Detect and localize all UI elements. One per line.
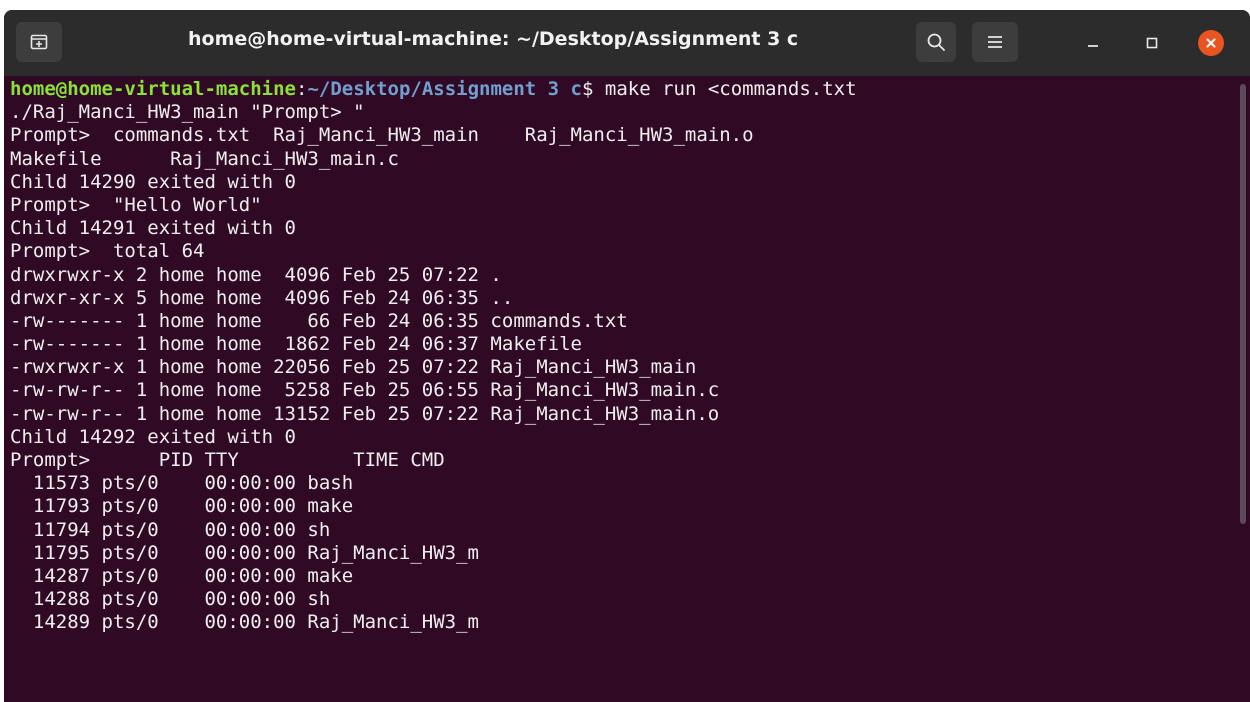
terminal-window: home@home-virtual-machine: ~/Desktop/Ass… [4, 10, 1250, 702]
close-button[interactable] [1198, 30, 1224, 56]
output-line: Child 14290 exited with 0 [10, 170, 296, 193]
prompt-command: make run <commands.txt [593, 78, 857, 100]
new-tab-icon [30, 34, 48, 50]
window-title: home@home-virtual-machine: ~/Desktop/Ass… [188, 28, 799, 50]
output-line: -rw-rw-r-- 1 home home 5258 Feb 25 06:55… [10, 379, 720, 402]
search-button[interactable] [916, 22, 956, 62]
minimize-icon [1088, 45, 1098, 47]
prompt-symbol: $ [581, 78, 594, 100]
maximize-button[interactable] [1139, 30, 1165, 56]
output-line: ./Raj_Manci_HW3_main "Prompt> " [10, 101, 365, 124]
new-tab-button[interactable] [16, 22, 62, 62]
output-line: 11793 pts/0 00:00:00 make [10, 495, 354, 518]
minimize-button[interactable] [1080, 30, 1106, 56]
output-line: 14287 pts/0 00:00:00 make [10, 564, 354, 587]
hamburger-menu-icon [988, 36, 1002, 48]
prompt-separator: : [295, 78, 308, 100]
output-line: 11794 pts/0 00:00:00 sh [10, 518, 331, 541]
terminal-output[interactable]: home@home-virtual-machine:~/Desktop/Assi… [4, 76, 1238, 702]
output-line: Child 14291 exited with 0 [10, 217, 296, 240]
output-line: 14288 pts/0 00:00:00 sh [10, 588, 331, 611]
output-line: Prompt> total 64 [10, 240, 205, 263]
output-line: drwxr-xr-x 5 home home 4096 Feb 24 06:35… [10, 286, 514, 309]
output-line: -rw------- 1 home home 1862 Feb 24 06:37… [10, 333, 582, 356]
document-caption-fragment [0, 0, 1250, 10]
output-line: Makefile Raj_Manci_HW3_main.c [10, 147, 399, 170]
output-line: Prompt> PID TTY TIME CMD [10, 449, 445, 471]
menu-button[interactable] [972, 22, 1018, 62]
output-line: -rw------- 1 home home 66 Feb 24 06:35 c… [10, 309, 628, 332]
output-line: Prompt> "Hello World" [10, 193, 262, 216]
title-bar: home@home-virtual-machine: ~/Desktop/Ass… [4, 10, 1250, 76]
terminal-scrollbar[interactable] [1240, 84, 1246, 524]
prompt-path: ~/Desktop/Assignment 3 c [307, 78, 582, 100]
search-icon [927, 33, 945, 51]
output-line: drwxrwxr-x 2 home home 4096 Feb 25 07:22… [10, 263, 502, 286]
output-line: -rw-rw-r-- 1 home home 13152 Feb 25 07:2… [10, 402, 720, 425]
output-line: 11573 pts/0 00:00:00 bash [10, 472, 354, 495]
output-line: Prompt> commands.txt Raj_Manci_HW3_main … [10, 124, 754, 147]
output-line: 11795 pts/0 00:00:00 Raj_Manci_HW3_m [10, 541, 479, 564]
prompt-user-host: home@home-virtual-machine [10, 78, 296, 100]
close-icon [1206, 38, 1216, 48]
output-line: Child 14292 exited with 0 [10, 425, 296, 448]
prompt-line: home@home-virtual-machine:~/Desktop/Assi… [10, 78, 1238, 101]
output-line: 14289 pts/0 00:00:00 Raj_Manci_HW3_m [10, 611, 479, 634]
output-line: -rwxrwxr-x 1 home home 22056 Feb 25 07:2… [10, 356, 697, 379]
maximize-icon [1146, 37, 1158, 49]
